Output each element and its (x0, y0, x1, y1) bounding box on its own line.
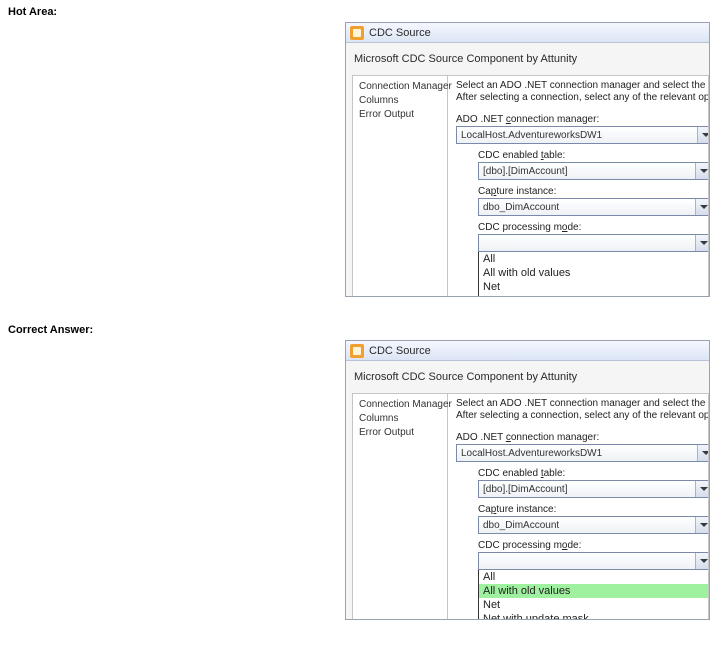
conn-manager-value: LocalHost.AdventureworksDW1 (461, 130, 602, 141)
side-nav: Connection Manager Columns Error Output (353, 76, 448, 297)
correct-answer-label: Correct Answer: (8, 324, 93, 336)
cdc-table-value: [dbo].[DimAccount] (483, 484, 567, 495)
dialog-titlebar[interactable]: CDC Source (346, 23, 709, 43)
chevron-down-icon[interactable] (695, 553, 708, 569)
chevron-down-icon[interactable] (695, 163, 708, 179)
form-panel: Select an ADO .NET connection manager an… (448, 76, 708, 297)
mode-option-net[interactable]: Net (479, 280, 708, 294)
app-icon (350, 344, 364, 358)
mode-option-all[interactable]: All (479, 570, 708, 584)
instruction-text: Select an ADO .NET connection manager an… (456, 80, 702, 104)
chevron-down-icon[interactable] (695, 481, 708, 497)
mode-option-net-mask[interactable]: Net with update mask (479, 294, 708, 297)
mode-option-all[interactable]: All (479, 252, 708, 266)
nav-connection-manager[interactable]: Connection Manager (359, 398, 441, 412)
conn-manager-combo[interactable]: LocalHost.AdventureworksDW1 (456, 444, 708, 462)
nav-connection-manager[interactable]: Connection Manager (359, 80, 441, 94)
processing-mode-dropdown: All All with old values Net Net with upd… (478, 569, 708, 620)
component-title: Microsoft CDC Source Component by Attuni… (352, 51, 709, 75)
cdc-table-combo[interactable]: [dbo].[DimAccount] (478, 162, 708, 180)
capture-instance-value: dbo_DimAccount (483, 202, 559, 213)
app-icon (350, 26, 364, 40)
nav-error-output[interactable]: Error Output (359, 426, 441, 440)
dialog-titlebar[interactable]: CDC Source (346, 341, 709, 361)
mode-option-net[interactable]: Net (479, 598, 708, 612)
cdc-source-dialog-hotarea: CDC Source Microsoft CDC Source Componen… (345, 22, 710, 297)
capture-instance-combo[interactable]: dbo_DimAccount (478, 516, 708, 534)
nav-error-output[interactable]: Error Output (359, 108, 441, 122)
cdc-table-combo[interactable]: [dbo].[DimAccount] (478, 480, 708, 498)
conn-manager-combo[interactable]: LocalHost.AdventureworksDW1 (456, 126, 708, 144)
main-area: Connection Manager Columns Error Output … (352, 393, 709, 620)
conn-manager-label: ADO .NET connection manager: (456, 114, 702, 125)
chevron-down-icon[interactable] (697, 127, 708, 143)
chevron-down-icon[interactable] (695, 199, 708, 215)
processing-mode-combo[interactable] (478, 234, 708, 252)
instruction-text: Select an ADO .NET connection manager an… (456, 398, 702, 422)
dialog-title: CDC Source (369, 345, 431, 357)
capture-instance-value: dbo_DimAccount (483, 520, 559, 531)
conn-manager-label: ADO .NET connection manager: (456, 432, 702, 443)
nav-columns[interactable]: Columns (359, 412, 441, 426)
processing-mode-label: CDC processing mode: (478, 222, 702, 233)
conn-manager-value: LocalHost.AdventureworksDW1 (461, 448, 602, 459)
capture-instance-label: Capture instance: (478, 186, 702, 197)
capture-instance-label: Capture instance: (478, 504, 702, 515)
cdc-table-value: [dbo].[DimAccount] (483, 166, 567, 177)
dialog-body: Microsoft CDC Source Component by Attuni… (346, 361, 709, 620)
cdc-source-dialog-answer: CDC Source Microsoft CDC Source Componen… (345, 340, 710, 620)
main-area: Connection Manager Columns Error Output … (352, 75, 709, 297)
dialog-title: CDC Source (369, 27, 431, 39)
cdc-table-label: CDC enabled table: (478, 150, 702, 161)
dialog-body: Microsoft CDC Source Component by Attuni… (346, 43, 709, 297)
side-nav: Connection Manager Columns Error Output (353, 394, 448, 620)
chevron-down-icon[interactable] (697, 445, 708, 461)
hot-area-label: Hot Area: (8, 6, 57, 18)
mode-option-all-old[interactable]: All with old values (479, 584, 708, 598)
processing-mode-label: CDC processing mode: (478, 540, 702, 551)
form-panel: Select an ADO .NET connection manager an… (448, 394, 708, 620)
capture-instance-combo[interactable]: dbo_DimAccount (478, 198, 708, 216)
processing-mode-dropdown: All All with old values Net Net with upd… (478, 251, 708, 297)
chevron-down-icon[interactable] (695, 235, 708, 251)
cdc-table-label: CDC enabled table: (478, 468, 702, 479)
component-title: Microsoft CDC Source Component by Attuni… (352, 369, 709, 393)
mode-option-net-mask[interactable]: Net with update mask (479, 612, 708, 620)
chevron-down-icon[interactable] (695, 517, 708, 533)
mode-option-all-old[interactable]: All with old values (479, 266, 708, 280)
processing-mode-combo[interactable] (478, 552, 708, 570)
nav-columns[interactable]: Columns (359, 94, 441, 108)
